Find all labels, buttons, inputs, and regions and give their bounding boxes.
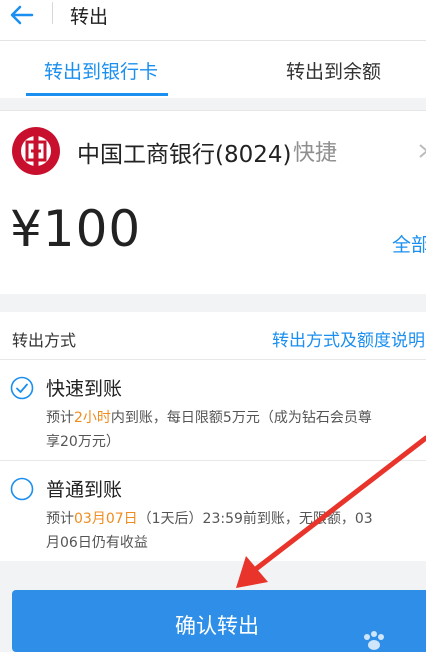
amount-input[interactable]: ¥100 bbox=[10, 200, 141, 258]
desc-text: （1天后）23:59前到账，无限额，03 bbox=[137, 511, 373, 527]
option-normal-arrival[interactable]: 普通到账 预计03月07日（1天后）23:59前到账，无限额，03 月06日仍有… bbox=[0, 461, 426, 561]
desc-text: 预计 bbox=[46, 410, 74, 426]
option-title: 普通到账 bbox=[46, 479, 123, 501]
option-title: 快速到账 bbox=[46, 378, 123, 400]
page-title: 转出 bbox=[70, 6, 109, 28]
tab-to-bank-card[interactable]: 转出到银行卡 bbox=[44, 57, 158, 84]
desc-text: 预计 bbox=[46, 511, 74, 527]
tab-bar: 转出到银行卡 转出到余额 bbox=[0, 41, 426, 98]
confirm-transfer-button[interactable]: 确认转出 bbox=[12, 590, 426, 652]
desc-text: 享20万元） bbox=[46, 434, 120, 450]
icbc-logo-icon bbox=[12, 127, 60, 175]
desc-highlight: 03月07日 bbox=[74, 511, 138, 527]
bank-card-selector[interactable]: 中国工商银行(8024) 快捷 bbox=[0, 110, 426, 189]
transfer-method-label: 转出方式 bbox=[12, 331, 77, 350]
bank-payment-tag: 快捷 bbox=[293, 141, 338, 166]
chevron-right-icon bbox=[419, 144, 426, 158]
option-description: 预计2小时内到账，每日限额5万元（成为钻石会员尊 享20万元） bbox=[46, 406, 426, 454]
bank-name: 中国工商银行(8024) bbox=[77, 142, 292, 168]
option-fast-arrival[interactable]: 快速到账 预计2小时内到账，每日限额5万元（成为钻石会员尊 享20万元） bbox=[0, 360, 426, 461]
header-divider bbox=[52, 2, 53, 24]
amount-section: ¥100 全部 bbox=[0, 188, 426, 294]
desc-text: 内到账，每日限额5万元（成为钻石会员尊 bbox=[110, 410, 372, 426]
desc-text: 月06日仍有收益 bbox=[46, 535, 148, 551]
confirm-button-label: 确认转出 bbox=[175, 614, 259, 638]
method-limit-info-link[interactable]: 转出方式及额度说明 bbox=[272, 326, 425, 351]
unchecked-radio-icon[interactable] bbox=[10, 477, 34, 501]
transfer-all-link[interactable]: 全部 bbox=[392, 230, 426, 257]
tab-to-balance[interactable]: 转出到余额 bbox=[286, 57, 381, 84]
active-tab-indicator bbox=[26, 93, 168, 96]
arrow-left-icon[interactable] bbox=[8, 4, 36, 26]
checked-radio-icon[interactable] bbox=[10, 376, 34, 400]
top-bar: 转出 bbox=[0, 0, 426, 41]
transfer-method-header: 转出方式 转出方式及额度说明 bbox=[0, 312, 426, 360]
option-description: 预计03月07日（1天后）23:59前到账，无限额，03 月06日仍有收益 bbox=[46, 507, 426, 555]
desc-highlight: 2小时 bbox=[74, 410, 111, 426]
paw-print-icon bbox=[364, 631, 384, 650]
